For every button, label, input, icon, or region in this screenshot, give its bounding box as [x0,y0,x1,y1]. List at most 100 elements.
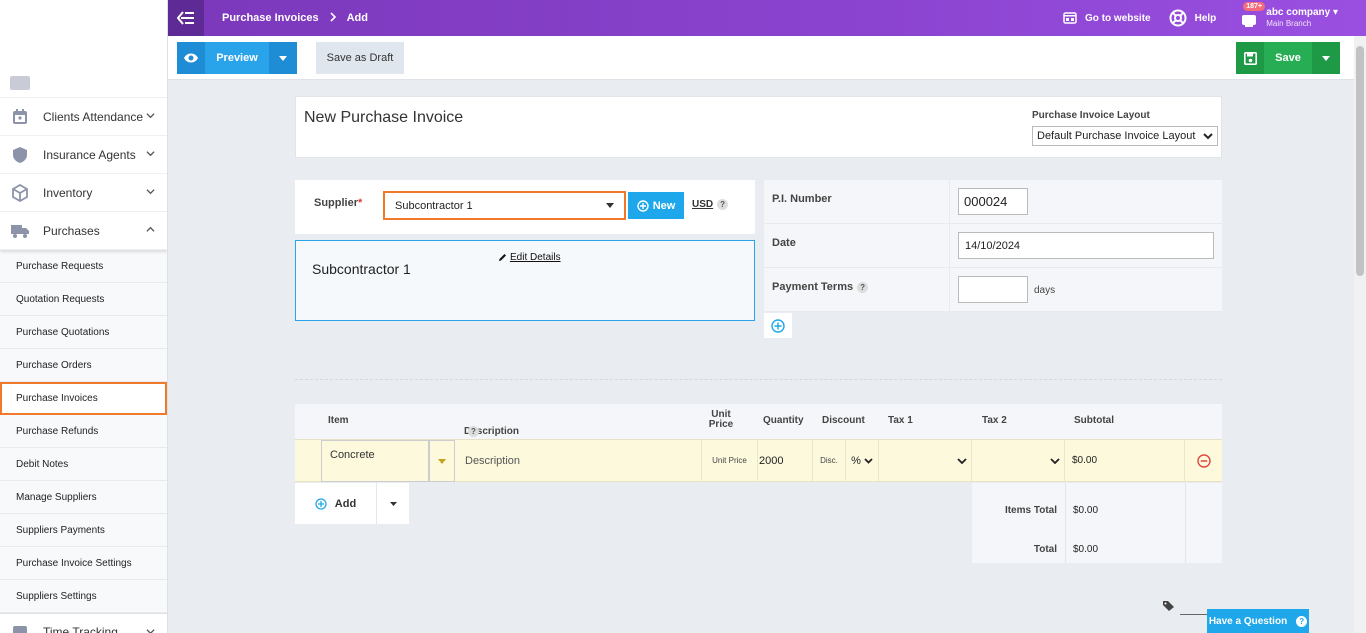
quantity-input[interactable]: 2000 [758,440,813,481]
description-input[interactable]: Description [456,440,702,481]
add-item-button[interactable]: Add [295,483,377,524]
caret-down-icon [438,458,446,464]
box-icon [10,183,30,203]
chevron-up-icon [146,226,155,232]
plus-circle-icon [636,199,649,212]
item-dropdown-button[interactable] [429,440,455,482]
add-item-group: Add [295,483,409,524]
payment-terms-row: Payment Terms? days [764,268,1222,312]
pi-number-input[interactable]: 000024 [958,188,1028,215]
shield-icon [10,145,30,165]
new-supplier-button[interactable]: New [628,192,684,219]
sidebar-item-label: Insurance Agents [43,147,136,162]
account-menu[interactable]: 187+ abc company ▾ Main Branch [1238,2,1338,29]
caret-down-icon [279,55,287,61]
supplier-select[interactable]: Subcontractor 1 [383,191,626,220]
preview-dropdown-button[interactable] [269,42,297,74]
tag-divider [1180,614,1208,615]
discount-input[interactable]: Disc. [813,440,846,481]
sidebar-item-time-tracking[interactable]: Time Tracking [0,613,167,633]
supplier-label: Supplier* [314,197,363,209]
sidebar-subitem-suppliers-payments[interactable]: Suppliers Payments [0,514,167,547]
scrollbar-thumb[interactable] [1356,46,1364,276]
go-to-website-label: Go to website [1085,12,1151,24]
help-icon[interactable]: ? [468,426,479,437]
currency-link[interactable]: USD? [692,199,729,210]
payment-terms-label: Payment Terms? [764,268,950,311]
sidebar-subitem-purchase-invoices[interactable]: Purchase Invoices [0,382,167,415]
edit-details-link[interactable]: Edit Details [498,252,561,263]
sidebar-item-purchases[interactable]: Purchases [0,212,167,250]
table-row: Concrete Description Unit Price 2000 Dis… [295,439,1222,482]
layout-label: Purchase Invoice Layout [1032,110,1150,121]
sidebar-subitem-quotation-requests[interactable]: Quotation Requests [0,283,167,316]
invoice-meta: P.I. Number 000024 Date 14/10/2024 Payme… [764,180,1222,312]
breadcrumb-current: Add [346,12,368,24]
go-to-website-link[interactable]: Go to website [1063,12,1151,24]
sidebar-subitem-purchase-quotations[interactable]: Purchase Quotations [0,316,167,349]
add-item-dropdown-button[interactable] [377,483,409,524]
action-bar: Preview Save as Draft Save [168,36,1354,80]
pi-number-label: P.I. Number [764,180,950,223]
sidebar-subitem-purchase-invoice-settings[interactable]: Purchase Invoice Settings [0,547,167,580]
days-label: days [1034,285,1056,296]
layout-select[interactable]: Default Purchase Invoice Layout [1032,126,1218,146]
item-select[interactable]: Concrete [321,440,429,482]
save-button[interactable]: Save [1264,42,1312,74]
minus-circle-icon [1196,453,1211,468]
tax1-select[interactable] [879,440,972,481]
col-discount: Discount [822,415,865,426]
sidebar-item-inventory[interactable]: Inventory [0,174,167,212]
notifications-button[interactable]: 187+ [1238,2,1266,29]
help-link[interactable]: Help [1169,9,1217,27]
help-icon[interactable]: ? [857,282,869,293]
supplier-row: Supplier* Subcontractor 1 New USD? [295,180,755,234]
company-name: abc company ▾ [1266,7,1338,18]
sidebar-item-label: Clients Attendance [43,109,144,124]
have-a-question-button[interactable]: Have a Question ? [1207,609,1309,633]
sidebar-subitem-purchase-requests[interactable]: Purchase Requests [0,250,167,283]
discount-type-select[interactable]: % [846,440,879,481]
col-subtotal: Subtotal [1074,415,1114,426]
chevron-down-icon [146,113,155,119]
preview-button[interactable]: Preview [205,42,269,74]
sidebar-subitem-manage-suppliers[interactable]: Manage Suppliers [0,481,167,514]
add-item-label: Add [334,497,357,510]
supplier-details-box: Subcontractor 1 Edit Details [295,240,755,321]
sidebar-subitem-purchase-orders[interactable]: Purchase Orders [0,349,167,382]
remove-row-button[interactable] [1185,440,1222,481]
top-bar: Purchase Invoices Add Go to website Help… [168,0,1366,36]
add-field-button[interactable] [764,313,792,338]
preview-icon-button[interactable] [177,42,205,74]
chevron-down-icon [146,151,155,157]
breadcrumb-parent[interactable]: Purchase Invoices [222,12,319,24]
tag-icon[interactable] [1162,600,1176,612]
caret-down-icon [1322,55,1330,61]
save-draft-button[interactable]: Save as Draft [316,42,404,74]
totals-panel: Items Total $0.00 Total $0.00 [972,483,1222,563]
save-dropdown-button[interactable] [1312,42,1340,74]
page-scrollbar[interactable] [1354,36,1366,633]
unit-price-input[interactable]: Unit Price [702,440,758,481]
sidebar-subitem-suppliers-settings[interactable]: Suppliers Settings [0,580,167,613]
tax2-select[interactable] [972,440,1065,481]
help-label: Help [1194,12,1217,24]
pencil-icon [499,254,506,261]
chevron-down-icon [146,189,155,195]
total-value: $0.00 [1073,544,1099,555]
sidebar-item-partial[interactable] [0,72,167,98]
supplier-name: Subcontractor 1 [312,261,411,277]
sidebar-item-clients-attendance[interactable]: Clients Attendance [0,98,167,136]
sidebar-subitem-purchase-refunds[interactable]: Purchase Refunds [0,415,167,448]
sidebar-toggle-button[interactable] [168,0,204,36]
sidebar-item-label: Inventory [43,185,93,200]
question-icon: ? [1296,615,1308,627]
payment-terms-input[interactable] [958,276,1028,303]
help-icon[interactable]: ? [717,199,729,210]
sidebar-item-insurance-agents[interactable]: Insurance Agents [0,136,167,174]
sidebar: Clients Attendance Insurance Agents Inve… [0,0,168,633]
new-supplier-label: New [652,199,676,212]
sidebar-subitem-debit-notes[interactable]: Debit Notes [0,448,167,481]
save-icon-button[interactable] [1236,42,1264,74]
date-input[interactable]: 14/10/2024 [958,232,1214,259]
